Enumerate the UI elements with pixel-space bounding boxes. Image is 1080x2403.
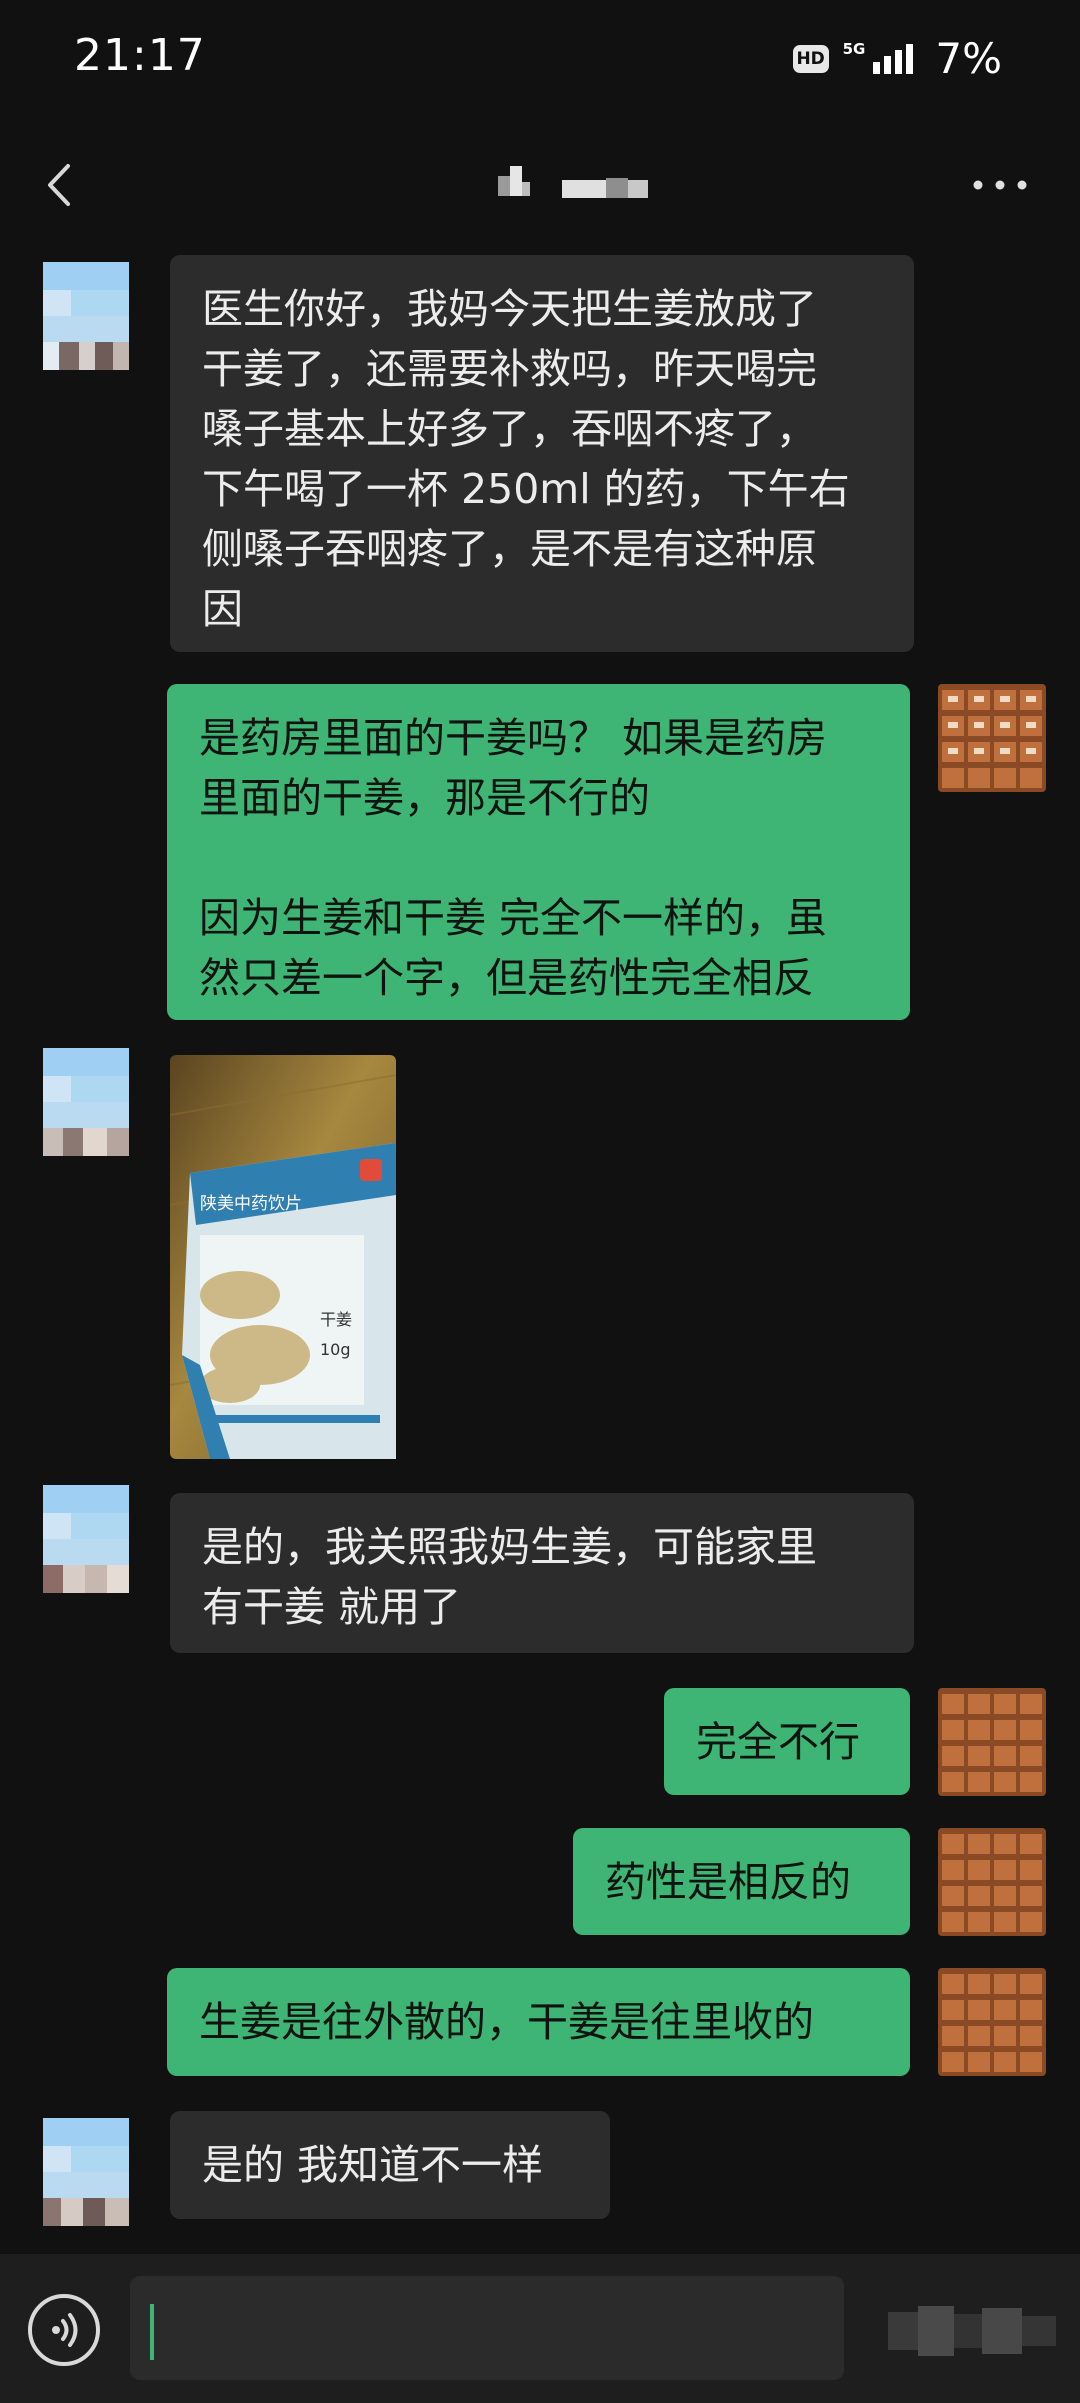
peer-avatar[interactable] <box>43 262 129 370</box>
text-cursor <box>150 2304 154 2360</box>
message-bubble-outgoing[interactable]: 药性是相反的 <box>573 1828 910 1935</box>
peer-avatar[interactable] <box>43 1485 129 1593</box>
chat-header <box>0 125 1080 245</box>
package-name: 干姜 <box>320 1310 352 1329</box>
image-message-ginger-package[interactable]: 陕美中药饮片 干姜 10g <box>170 1055 396 1459</box>
hd-badge: HD <box>792 44 829 73</box>
peer-avatar[interactable] <box>43 1048 129 1156</box>
voice-button[interactable] <box>28 2294 100 2366</box>
voice-icon <box>52 2313 78 2347</box>
network-type-label: 5G <box>842 39 866 58</box>
self-avatar[interactable] <box>938 684 1046 792</box>
status-time: 21:17 <box>74 30 206 81</box>
back-chevron-icon[interactable] <box>40 160 80 210</box>
message-bubble-outgoing[interactable]: 生姜是往外散的，干姜是往里收的 <box>167 1968 910 2076</box>
input-bar <box>0 2254 1080 2403</box>
message-bubble-incoming[interactable]: 是的，我关照我妈生姜，可能家里 有干姜 就用了 <box>170 1493 914 1653</box>
self-avatar[interactable] <box>938 1828 1046 1936</box>
peer-avatar[interactable] <box>43 2118 129 2226</box>
contact-name-blurred <box>498 166 648 198</box>
status-icons: HD 5G 7% <box>792 34 1002 83</box>
battery-percentage: 7% <box>935 34 1002 83</box>
status-bar: 21:17 HD 5G 7% <box>0 0 1080 125</box>
signal-icon <box>873 43 914 74</box>
message-bubble-incoming[interactable]: 是的 我知道不一样 <box>170 2111 610 2219</box>
emoji-plus-buttons-blurred[interactable] <box>888 2302 1058 2360</box>
self-avatar[interactable] <box>938 1968 1046 2076</box>
message-input[interactable] <box>130 2276 844 2380</box>
package-title: 陕美中药饮片 <box>200 1194 302 1214</box>
self-avatar[interactable] <box>938 1688 1046 1796</box>
message-bubble-incoming[interactable]: 医生你好，我妈今天把生姜放成了 干姜了，还需要补救吗，昨天喝完 嗓子基本上好多了… <box>170 255 914 652</box>
message-bubble-outgoing[interactable]: 完全不行 <box>664 1688 910 1795</box>
more-dots-icon[interactable] <box>970 175 1030 195</box>
package-weight: 10g <box>320 1340 351 1359</box>
message-bubble-outgoing[interactable]: 是药房里面的干姜吗？ 如果是药房 里面的干姜，那是不行的 因为生姜和干姜 完全不… <box>167 684 910 1020</box>
